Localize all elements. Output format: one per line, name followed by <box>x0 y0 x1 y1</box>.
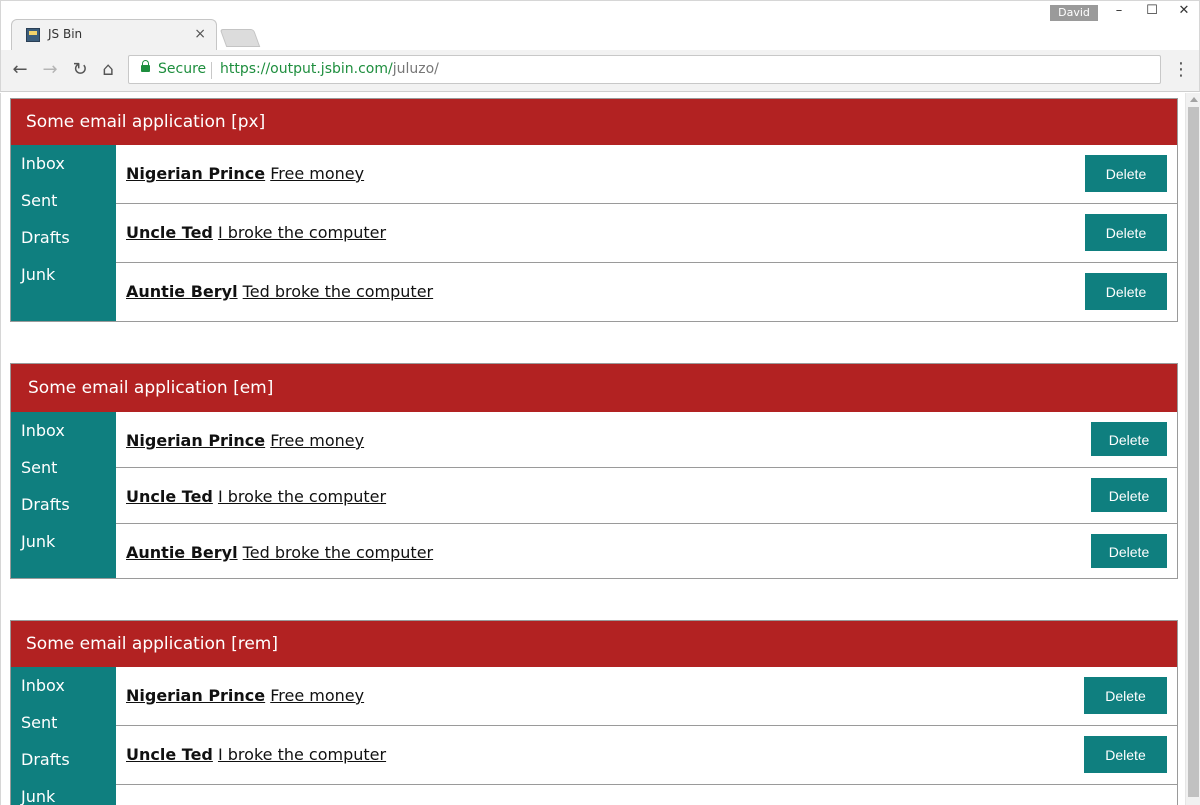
home-icon[interactable]: ⌂ <box>97 59 119 81</box>
mail-list: Nigerian Prince Free money Delete Uncle … <box>116 412 1177 578</box>
delete-button[interactable]: Delete <box>1085 155 1167 192</box>
mail-text: Nigerian Prince Free money <box>126 686 364 705</box>
sidebar-item-drafts[interactable]: Drafts <box>11 225 116 262</box>
scrollbar[interactable] <box>1185 93 1200 805</box>
url-text[interactable]: https://output.jsbin.com/juluzo/ <box>220 61 439 77</box>
delete-button[interactable]: Delete <box>1084 736 1167 773</box>
mail-row: Uncle Ted I broke the computer Delete <box>116 468 1177 524</box>
mail-subject[interactable]: Ted broke the computer <box>243 282 433 301</box>
mail-subject[interactable]: I broke the computer <box>218 487 386 506</box>
mail-text: Uncle Ted I broke the computer <box>126 745 386 764</box>
sidebar-item-junk[interactable]: Junk <box>11 262 116 299</box>
omnibox-divider <box>211 62 212 79</box>
sidebar-item-inbox[interactable]: Inbox <box>11 418 116 455</box>
url-path: juluzo/ <box>392 61 439 77</box>
sidebar-item-sent[interactable]: Sent <box>11 455 116 492</box>
sidebar-item-junk[interactable]: Junk <box>11 529 116 566</box>
favicon-icon <box>26 28 40 42</box>
app-title: Some email application [px] <box>11 99 1177 145</box>
delete-button[interactable]: Delete <box>1091 422 1167 456</box>
app-body: Inbox Sent Drafts Junk Nigerian Prince F… <box>11 412 1177 578</box>
mail-row: Auntie Beryl Ted broke the computer Dele… <box>116 524 1177 578</box>
mail-sender[interactable]: Nigerian Prince <box>126 686 265 705</box>
security-label: Secure <box>158 61 207 77</box>
mail-subject[interactable]: Free money <box>270 431 364 450</box>
mail-subject[interactable]: Ted broke the computer <box>243 543 433 562</box>
mail-sender[interactable]: Nigerian Prince <box>126 431 265 450</box>
mail-subject[interactable]: Free money <box>270 686 364 705</box>
forward-icon[interactable]: → <box>39 59 61 81</box>
mail-text: Nigerian Prince Free money <box>126 431 364 450</box>
window-close-icon[interactable]: ✕ <box>1174 3 1194 18</box>
app-title: Some email application [em] <box>11 364 1177 412</box>
sidebar-item-drafts[interactable]: Drafts <box>11 747 116 784</box>
mail-row: Uncle Ted I broke the computer Delete <box>116 204 1177 263</box>
browser-toolbar: ← → ↻ ⌂ Secure https://output.jsbin.com/… <box>0 50 1200 92</box>
mail-text: Nigerian Prince Free money <box>126 164 364 183</box>
mail-row: Nigerian Prince Free money Delete <box>116 145 1177 204</box>
mail-list: Nigerian Prince Free money Delete Uncle … <box>116 667 1177 805</box>
mail-text: Uncle Ted I broke the computer <box>126 487 386 506</box>
tab-title: JS Bin <box>48 27 83 41</box>
sidebar-item-inbox[interactable]: Inbox <box>11 673 116 710</box>
sidebar: Inbox Sent Drafts Junk <box>11 412 116 578</box>
delete-button[interactable]: Delete <box>1084 677 1167 714</box>
mail-subject[interactable]: Free money <box>270 164 364 183</box>
back-icon[interactable]: ← <box>9 59 31 81</box>
mail-sender[interactable]: Uncle Ted <box>126 745 213 764</box>
scroll-thumb[interactable] <box>1188 107 1199 797</box>
maximize-icon[interactable]: ☐ <box>1142 3 1162 18</box>
menu-icon[interactable]: ⋮ <box>1172 59 1190 80</box>
browser-titlebar: JS Bin × David – ☐ ✕ <box>0 0 1200 52</box>
mail-row: Uncle Ted I broke the computer Delete <box>116 726 1177 785</box>
page-content: Some email application [px] Inbox Sent D… <box>0 93 1200 805</box>
mail-row: Auntie Beryl Ted broke the computer Dele… <box>116 263 1177 321</box>
mail-text: Auntie Beryl Ted broke the computer <box>126 282 433 301</box>
delete-button[interactable]: Delete <box>1091 478 1167 512</box>
mail-sender[interactable]: Uncle Ted <box>126 487 213 506</box>
mail-sender[interactable]: Auntie Beryl <box>126 543 238 562</box>
email-app-px: Some email application [px] Inbox Sent D… <box>10 98 1178 322</box>
sidebar: Inbox Sent Drafts Junk <box>11 667 116 805</box>
mail-subject[interactable]: I broke the computer <box>218 223 386 242</box>
new-tab-button[interactable] <box>219 29 261 47</box>
mail-subject[interactable]: I broke the computer <box>218 745 386 764</box>
sidebar-item-inbox[interactable]: Inbox <box>11 151 116 188</box>
sidebar-item-junk[interactable]: Junk <box>11 784 116 805</box>
mail-sender[interactable]: Nigerian Prince <box>126 164 265 183</box>
url-host: https://output.jsbin.com/ <box>220 61 393 77</box>
profile-badge[interactable]: David <box>1050 5 1098 21</box>
lock-icon <box>141 60 150 72</box>
sidebar-item-sent[interactable]: Sent <box>11 188 116 225</box>
app-body: Inbox Sent Drafts Junk Nigerian Prince F… <box>11 667 1177 805</box>
mail-row: Nigerian Prince Free money Delete <box>116 412 1177 468</box>
app-title: Some email application [rem] <box>11 621 1177 667</box>
app-body: Inbox Sent Drafts Junk Nigerian Prince F… <box>11 145 1177 321</box>
mail-list: Nigerian Prince Free money Delete Uncle … <box>116 145 1177 321</box>
sidebar-item-sent[interactable]: Sent <box>11 710 116 747</box>
email-app-rem: Some email application [rem] Inbox Sent … <box>10 620 1178 805</box>
minimize-icon[interactable]: – <box>1109 3 1129 18</box>
close-icon[interactable]: × <box>194 26 206 42</box>
delete-button[interactable]: Delete <box>1085 214 1167 251</box>
address-bar[interactable]: Secure https://output.jsbin.com/juluzo/ <box>128 55 1161 84</box>
mail-row: Nigerian Prince Free money Delete <box>116 667 1177 726</box>
mail-text: Auntie Beryl Ted broke the computer <box>126 543 433 562</box>
mail-sender[interactable]: Auntie Beryl <box>126 282 238 301</box>
mail-sender[interactable]: Uncle Ted <box>126 223 213 242</box>
reload-icon[interactable]: ↻ <box>69 59 91 81</box>
delete-button[interactable]: Delete <box>1085 273 1167 310</box>
scroll-up-icon[interactable] <box>1190 97 1198 102</box>
sidebar-item-drafts[interactable]: Drafts <box>11 492 116 529</box>
delete-button[interactable]: Delete <box>1091 534 1167 568</box>
sidebar: Inbox Sent Drafts Junk <box>11 145 116 321</box>
email-app-em: Some email application [em] Inbox Sent D… <box>10 363 1178 579</box>
browser-tab[interactable]: JS Bin × <box>11 19 217 52</box>
mail-text: Uncle Ted I broke the computer <box>126 223 386 242</box>
